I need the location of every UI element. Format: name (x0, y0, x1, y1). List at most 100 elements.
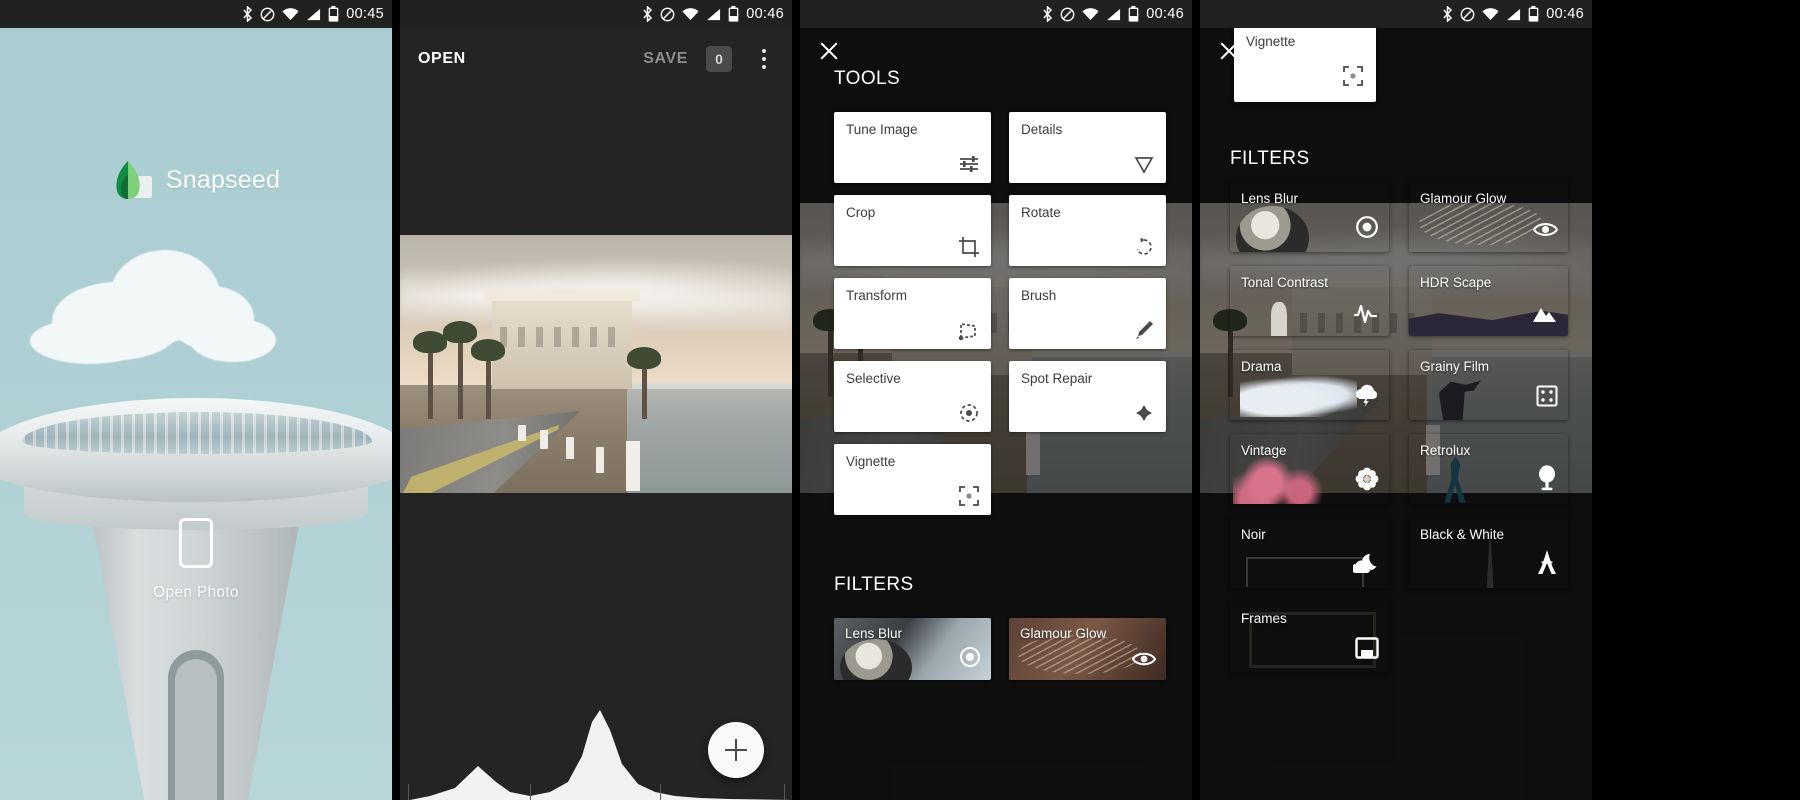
photo-building (484, 289, 640, 389)
status-time: 00:46 (1146, 6, 1184, 22)
open-photo-label: Open Photo (153, 584, 239, 601)
filter-card-hdr-scape[interactable]: HDR Scape (1409, 266, 1568, 336)
tool-label: Transform (846, 288, 908, 303)
retro-lamp-icon (1536, 465, 1558, 496)
crop-icon (954, 232, 980, 258)
photo-canvas[interactable] (400, 235, 792, 493)
battery-icon (328, 6, 339, 22)
tool-card-rotate[interactable]: Rotate (1009, 195, 1166, 266)
add-tool-button[interactable] (708, 722, 764, 778)
tool-card-brush[interactable]: Brush (1009, 278, 1166, 349)
app-logo: Snapseed (0, 160, 392, 200)
tool-card-spot-repair[interactable]: Spot Repair (1009, 361, 1166, 432)
status-bar: 00:46 (1200, 0, 1592, 28)
filter-card-lens-blur[interactable]: Lens Blur (1230, 182, 1389, 252)
cellular-signal-icon (1106, 8, 1121, 21)
photo-palm (443, 321, 477, 419)
cellular-signal-icon (706, 8, 721, 21)
tool-card-details[interactable]: Details (1009, 112, 1166, 183)
status-time: 00:46 (746, 6, 784, 22)
tools-section-title: TOOLS (834, 68, 901, 89)
cellular-signal-icon (1506, 8, 1521, 21)
filter-label: Lens Blur (1241, 191, 1299, 206)
save-button[interactable]: SAVE (643, 50, 688, 68)
filter-card-grainy-film[interactable]: Grainy Film (1409, 350, 1568, 420)
filter-card-glamour-glow[interactable]: Glamour Glow (1009, 618, 1166, 680)
bluetooth-icon (1442, 6, 1453, 22)
screen-tools: TOOLS Tune Image Details Crop Rotate Tra… (800, 0, 1192, 800)
leaf-glyph (116, 161, 140, 199)
do-not-disturb-icon (660, 7, 675, 22)
frame-icon (1355, 637, 1379, 664)
open-button[interactable]: OPEN (418, 50, 466, 68)
panel-divider (1192, 0, 1200, 800)
filter-label: HDR Scape (1420, 275, 1492, 290)
filters-section-title: FILTERS (1230, 148, 1310, 169)
close-icon[interactable] (814, 36, 844, 66)
status-bar: 00:46 (800, 0, 1192, 28)
filters-list: Lens Blur Glamour Glow Tonal Contrast HD… (1230, 182, 1568, 672)
kebab-menu-icon[interactable] (754, 49, 774, 69)
battery-icon (1528, 6, 1539, 22)
tool-label: Vignette (846, 454, 896, 469)
tool-card-vignette[interactable]: Vignette (1234, 24, 1376, 102)
tool-label: Spot Repair (1021, 371, 1093, 386)
tool-card-vignette[interactable]: Vignette (834, 444, 991, 515)
tool-label: Selective (846, 371, 901, 386)
moon-cloud-icon (1351, 553, 1379, 580)
tool-card-transform[interactable]: Transform (834, 278, 991, 349)
filter-card-drama[interactable]: Drama (1230, 350, 1389, 420)
storm-cloud-icon (1353, 383, 1379, 412)
filter-card-frames[interactable]: Frames (1230, 602, 1389, 672)
filter-label: Lens Blur (845, 626, 903, 641)
photo-post (596, 447, 604, 473)
sliders-icon (954, 149, 980, 175)
photo-post (518, 425, 526, 441)
filter-label: Retrolux (1420, 443, 1471, 458)
filter-card-lens-blur[interactable]: Lens Blur (834, 618, 991, 680)
filter-label: Frames (1241, 611, 1287, 626)
aperture-dot-icon (959, 646, 981, 673)
filter-label: Drama (1241, 359, 1282, 374)
screen-filters: Vignette FILTERS Lens Blur Glamour Glow (1200, 0, 1592, 800)
splash-background (0, 0, 392, 800)
spot-repair-icon (1129, 398, 1155, 424)
wifi-icon (1482, 7, 1499, 21)
filter-card-glamour-glow[interactable]: Glamour Glow (1409, 182, 1568, 252)
photo-palm (471, 339, 505, 419)
bluetooth-icon (642, 6, 653, 22)
status-bar: 00:45 (0, 0, 392, 28)
do-not-disturb-icon (1460, 7, 1475, 22)
edit-count-badge[interactable]: 0 (706, 46, 732, 72)
photo-post (626, 441, 640, 491)
filter-card-noir[interactable]: Noir (1230, 518, 1389, 588)
wifi-icon (282, 7, 299, 21)
tool-card-selective[interactable]: Selective (834, 361, 991, 432)
open-photo-button[interactable]: Open Photo (0, 518, 392, 602)
tower-icon (1536, 549, 1558, 580)
tool-label: Details (1021, 122, 1063, 137)
filter-label: Glamour Glow (1020, 626, 1107, 641)
filter-card-retrolux[interactable]: Retrolux (1409, 434, 1568, 504)
tool-label: Vignette (1246, 34, 1296, 49)
screenshot-strip: Snapseed Open Photo 00:45 OPEN SAVE 0 00… (0, 0, 1800, 800)
brush-icon (1129, 315, 1155, 341)
tool-card-crop[interactable]: Crop (834, 195, 991, 266)
do-not-disturb-icon (260, 7, 275, 22)
tool-card-tune-image[interactable]: Tune Image (834, 112, 991, 183)
filter-label: Tonal Contrast (1241, 275, 1329, 290)
eye-icon (1131, 650, 1157, 673)
panel-divider (392, 0, 400, 800)
filter-card-black-and-white[interactable]: Black & White (1409, 518, 1568, 588)
status-time: 00:46 (1546, 6, 1584, 22)
tower-arch (168, 650, 224, 800)
filter-card-tonal-contrast[interactable]: Tonal Contrast (1230, 266, 1389, 336)
bluetooth-icon (1042, 6, 1053, 22)
selective-target-icon (954, 398, 980, 424)
vignette-focus-icon (1342, 65, 1364, 92)
photo-palm (627, 347, 661, 419)
tool-label: Tune Image (846, 122, 918, 137)
close-icon[interactable] (1214, 36, 1244, 66)
filter-card-vintage[interactable]: Vintage (1230, 434, 1389, 504)
bluetooth-icon (242, 6, 253, 22)
